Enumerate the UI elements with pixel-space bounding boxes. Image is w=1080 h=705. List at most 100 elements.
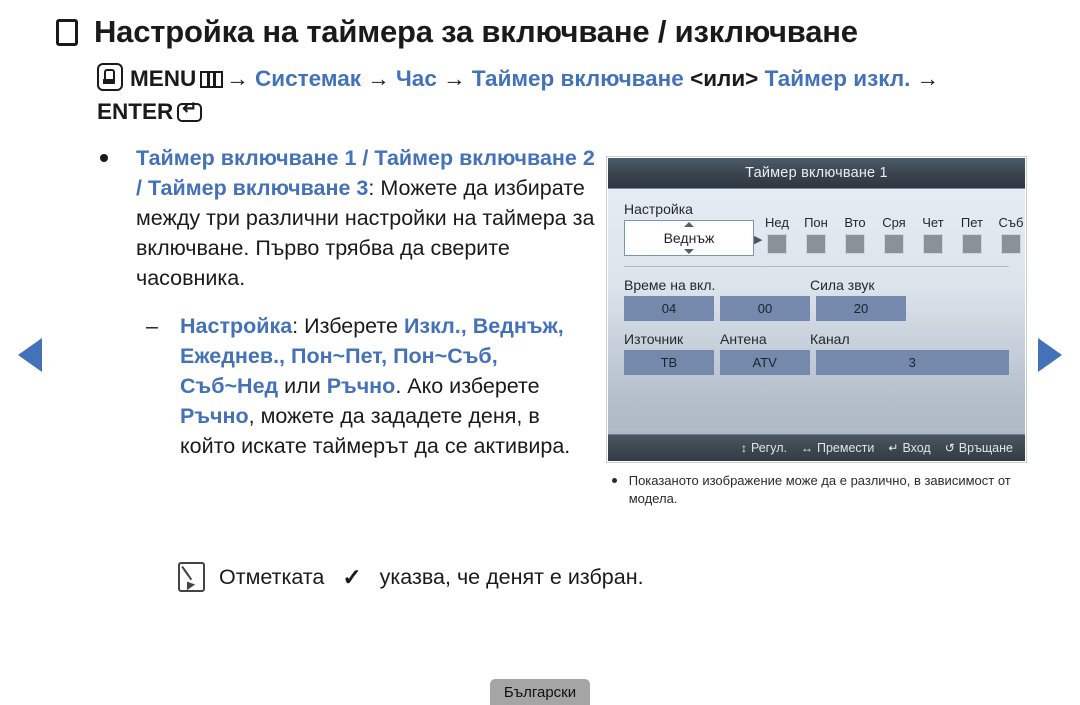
- day-label: Пет: [960, 215, 984, 230]
- osd-setting-select[interactable]: Веднъж: [624, 220, 754, 256]
- osd-antenna-label: Антена: [720, 331, 767, 347]
- day-label: Вто: [844, 215, 866, 230]
- or-text: или: [278, 374, 327, 398]
- return-arrow-icon: ↺: [944, 441, 955, 455]
- day-cell-4[interactable]: Чет: [918, 215, 947, 254]
- day-label: Нед: [765, 215, 789, 230]
- page-title-row: Настройка на таймера за включване / изкл…: [56, 14, 1046, 50]
- caret-right-icon: ▶: [754, 234, 763, 246]
- note-text-before: Отметката: [219, 564, 325, 589]
- osd-days-grid: Нед Пон Вто Сря Чет Пет Съб: [762, 215, 1025, 256]
- path-or: <или>: [690, 66, 759, 91]
- day-label: Сря: [882, 215, 906, 230]
- path-step-system[interactable]: Системак: [255, 66, 361, 91]
- enter-label: ENTER: [97, 99, 174, 124]
- osd-source-group: Източник Антена Канал ТВ ATV 3: [624, 331, 1010, 375]
- tv-note-text: Показаното изображение може да е различн…: [628, 473, 1011, 506]
- day-cell-0[interactable]: Нед: [762, 215, 791, 254]
- day-checkbox[interactable]: [961, 234, 982, 254]
- day-checkbox[interactable]: [844, 234, 865, 254]
- osd-volume-label: Сила звук: [810, 277, 875, 293]
- day-checkbox[interactable]: [922, 234, 943, 254]
- caret-up-icon[interactable]: [684, 222, 694, 227]
- day-cell-1[interactable]: Пон: [801, 215, 830, 254]
- day-checkbox[interactable]: [1000, 234, 1021, 254]
- menu-path: MENU → Системак → Час → Таймер включване …: [97, 62, 1002, 128]
- triangle-right-icon[interactable]: [1038, 338, 1062, 372]
- sub-list-item: – Настройка: Изберете Изкл., Веднъж, Еже…: [146, 311, 600, 461]
- osd-antenna-field[interactable]: ATV: [719, 350, 810, 375]
- day-checkbox[interactable]: [883, 234, 904, 254]
- osd-channel-field[interactable]: 3: [815, 350, 1010, 375]
- body-column: Таймер включване 1 / Таймер включване 2 …: [100, 143, 600, 461]
- day-cell-3[interactable]: Сря: [879, 215, 908, 254]
- osd-volume-field[interactable]: 20: [816, 296, 906, 321]
- path-step-timer-off-a[interactable]: Таймер: [765, 66, 847, 91]
- day-checkbox[interactable]: [766, 234, 787, 254]
- list-item-text: Таймер включване 1 / Таймер включване 2 …: [136, 143, 600, 293]
- round-bullet-icon: [612, 472, 629, 508]
- note-text-after: указва, че денят е избран.: [379, 564, 644, 589]
- remote-hand-icon: [97, 63, 123, 91]
- osd-footer-label: Вход: [902, 441, 931, 455]
- dash-marker: –: [146, 314, 158, 338]
- manual-option-2: Ръчно: [180, 404, 249, 428]
- osd-footer-enter[interactable]: ↵ Вход: [888, 441, 930, 455]
- osd-setting-label: Настройка: [624, 201, 693, 217]
- leftright-arrows-icon: ↔: [800, 441, 813, 455]
- day-label: Пон: [804, 215, 828, 230]
- updown-arrows-icon: ↕: [740, 441, 747, 455]
- note-row: Отметката ✓ указва, че денят е избран.: [178, 562, 644, 592]
- osd-footer: ↕ Регул. ↔ Премести ↵ Вход ↺ Връщане: [608, 434, 1025, 461]
- osd-source-values: ТВ ATV 3: [624, 350, 1010, 375]
- osd-source-label: Източник: [624, 331, 684, 347]
- note-pencil-icon: [178, 562, 205, 592]
- osd-source-field[interactable]: ТВ: [624, 350, 714, 375]
- setting-colon: :: [292, 314, 305, 338]
- day-cell-5[interactable]: Пет: [957, 215, 986, 254]
- sub-list-item-text: Настройка: Изберете Изкл., Веднъж, Ежедн…: [180, 311, 600, 461]
- day-cell-2[interactable]: Вто: [840, 215, 869, 254]
- osd-time-labels: Време на вкл. Сила звук: [624, 277, 1009, 293]
- day-checkbox[interactable]: [805, 234, 826, 254]
- osd-footer-label: Връщане: [958, 441, 1013, 455]
- arrow-4: →: [916, 66, 940, 91]
- page-title: Настройка на таймера за включване / изкл…: [94, 14, 858, 49]
- osd-minute-field[interactable]: 00: [720, 296, 810, 321]
- day-label: Съб: [998, 215, 1024, 230]
- osd-footer-label: Регул.: [750, 441, 787, 455]
- manual-option-1: Ръчно: [326, 374, 396, 398]
- osd-divider-1: [624, 266, 1009, 267]
- menu-grid-icon: [200, 71, 224, 88]
- path-step-timer-off-b[interactable]: изкл.: [853, 66, 910, 91]
- list-item: Таймер включване 1 / Таймер включване 2 …: [100, 143, 600, 293]
- path-step-timer-on[interactable]: Таймер включване: [472, 66, 684, 91]
- round-bullet-icon: [100, 143, 136, 162]
- osd-footer-label: Премести: [816, 441, 875, 455]
- osd-titlebar: Таймер включване 1: [608, 158, 1025, 189]
- osd-footer-move[interactable]: ↔ Премести: [801, 441, 874, 455]
- day-cell-6[interactable]: Съб: [996, 215, 1025, 254]
- osd-hour-field[interactable]: 04: [624, 296, 714, 321]
- osd-footer-adjust[interactable]: ↕ Регул.: [741, 441, 787, 455]
- osd-time-values: 04 00 20: [624, 296, 1009, 321]
- choose-text: Изберете: [304, 314, 404, 338]
- osd-footer-return[interactable]: ↺ Връщане: [945, 441, 1013, 455]
- enter-key-icon: [177, 99, 203, 122]
- path-step-time[interactable]: Час: [396, 66, 437, 91]
- osd-title: Таймер включване 1: [745, 165, 888, 181]
- tv-osd-panel: Таймер включване 1 Настройка Веднъж ▶ Не…: [607, 157, 1026, 462]
- if-choose-text: . Ако изберете: [395, 374, 540, 398]
- triangle-left-icon[interactable]: [18, 338, 42, 372]
- setting-term: Настройка: [180, 314, 293, 338]
- osd-channel-label: Канал: [810, 331, 850, 347]
- osd-body: Настройка Веднъж ▶ Нед Пон Вто Сря Чет П…: [608, 189, 1025, 426]
- osd-time-label: Време на вкл.: [624, 277, 716, 293]
- caret-down-icon[interactable]: [684, 249, 694, 254]
- osd-time-group: Време на вкл. Сила звук 04 00 20: [624, 277, 1009, 321]
- osd-setting-value: Веднъж: [663, 230, 715, 246]
- osd-setting-row: Настройка Веднъж ▶ Нед Пон Вто Сря Чет П…: [624, 201, 1023, 256]
- arrow-2: →: [367, 66, 390, 91]
- day-label: Чет: [922, 215, 944, 230]
- language-tab: Български: [490, 679, 590, 705]
